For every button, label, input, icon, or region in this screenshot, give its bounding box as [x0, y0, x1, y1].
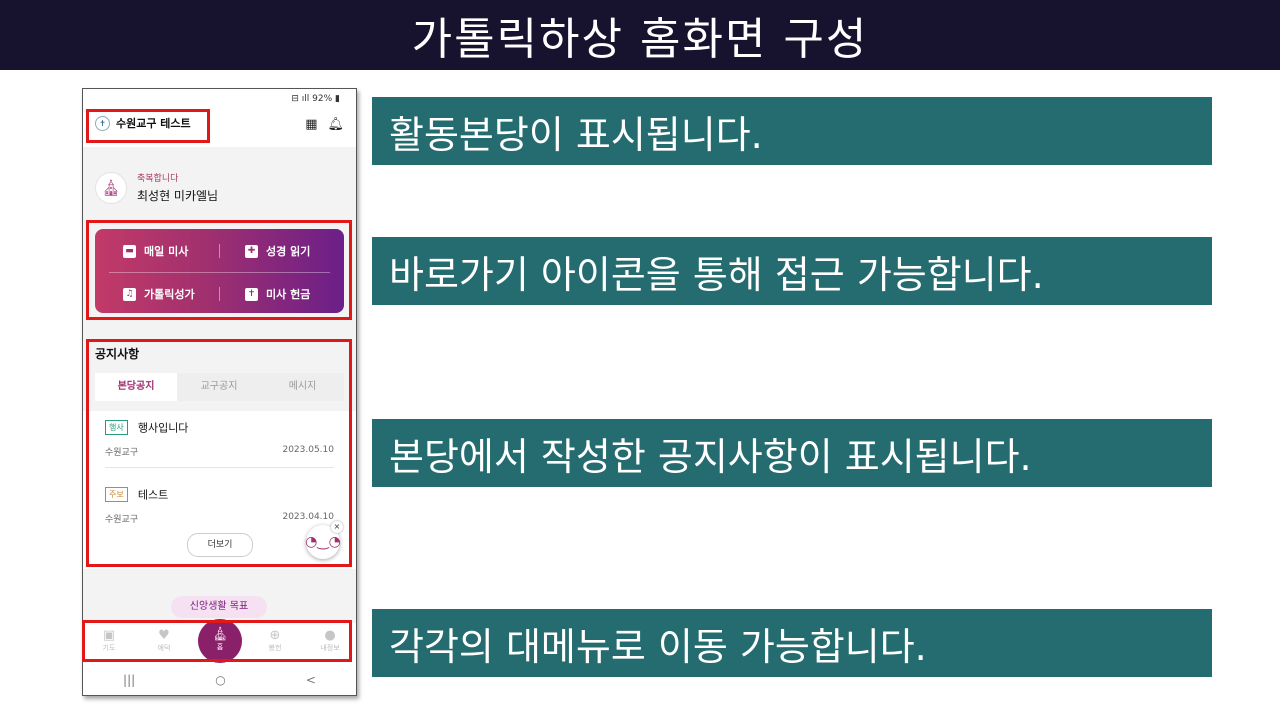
greeting-text: 축복합니다 — [137, 174, 179, 184]
home-button[interactable]: ○ — [215, 673, 225, 687]
greeting: ⛪︎ 축복합니다 최성현 미카엘님 — [95, 171, 218, 204]
user-name: 최성현 미카엘님 — [137, 189, 219, 203]
slide-title: 가톨릭하상 홈화면 구성 — [0, 0, 1280, 70]
highlight-shortcuts — [86, 220, 352, 320]
highlight-parish — [86, 109, 210, 143]
callout-notices: 본당에서 작성한 공지사항이 표시됩니다. — [372, 419, 1212, 487]
highlight-bottom-nav — [82, 620, 352, 662]
callout-parish: 활동본당이 표시됩니다. — [372, 97, 1212, 165]
callout-shortcuts: 바로가기 아이콘을 통해 접근 가능합니다. — [372, 237, 1212, 305]
highlight-notices — [86, 339, 352, 567]
qr-code-icon[interactable]: ▦ — [305, 117, 317, 132]
faith-goal-button[interactable]: 신앙생활 목표 — [171, 596, 267, 618]
back-button[interactable]: < — [306, 673, 316, 687]
status-bar: ⊟ ıll 92% ▮ — [291, 94, 340, 104]
callout-menu: 각각의 대메뉴로 이동 가능합니다. — [372, 609, 1212, 677]
system-nav-bar: ||| ○ < — [83, 665, 356, 695]
bell-icon[interactable]: 🔔︎ — [327, 117, 344, 132]
church-avatar-icon: ⛪︎ — [95, 171, 127, 204]
battery-level: 92% — [312, 94, 333, 104]
recent-apps-button[interactable]: ||| — [123, 673, 135, 687]
